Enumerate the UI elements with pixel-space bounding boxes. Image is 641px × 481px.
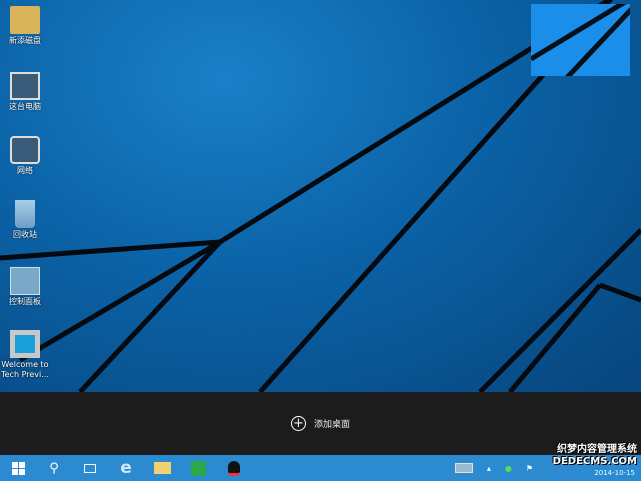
control-panel-icon — [10, 267, 40, 295]
desktop-thumbnail[interactable] — [531, 4, 630, 76]
watermark-line1: 织梦内容管理系统 — [557, 444, 637, 455]
desktop-icon-welcome[interactable]: Welcome to Tech Previ... — [0, 330, 50, 380]
user-folder-icon — [10, 6, 40, 34]
clock-date[interactable]: 2014-10-15 — [594, 469, 635, 477]
task-view-icon — [84, 463, 96, 473]
file-explorer-button[interactable] — [144, 455, 180, 481]
computer-icon — [10, 72, 40, 100]
desktop-icon-this-pc[interactable]: 这台电脑 — [0, 72, 50, 112]
plus-icon: + — [290, 416, 306, 431]
taskbar: ⚲ e ▴ ● ⚑ — [0, 455, 641, 481]
network-icon — [10, 136, 40, 164]
icon-label: 控制面板 — [9, 297, 41, 306]
desktop-icon-network[interactable]: 网络 — [0, 136, 50, 176]
qq-button[interactable] — [216, 455, 252, 481]
internet-explorer-button[interactable]: e — [108, 455, 144, 481]
qq-penguin-icon — [228, 460, 240, 476]
search-icon: ⚲ — [49, 460, 59, 476]
task-view-bar: + 添加桌面 — [0, 392, 641, 455]
internet-explorer-icon: e — [120, 458, 132, 478]
search-button[interactable]: ⚲ — [36, 455, 72, 481]
network-status-icon[interactable]: ● — [505, 464, 512, 473]
chevron-up-icon[interactable]: ▴ — [487, 464, 491, 473]
watermark: 织梦内容管理系统 DEDECMS.COM — [553, 444, 637, 468]
watermark-line2: DEDECMS.COM — [552, 456, 637, 467]
action-center-flag-icon[interactable]: ⚑ — [526, 464, 533, 473]
recycle-bin-icon — [15, 200, 35, 228]
keyboard-icon[interactable] — [454, 463, 473, 473]
icon-label: Welcome to Tech Previ... — [1, 360, 49, 379]
windows-shortcut-icon — [10, 330, 40, 358]
store-button[interactable] — [180, 455, 216, 481]
task-view-button[interactable] — [72, 455, 108, 481]
folder-icon — [153, 462, 171, 474]
icon-label: 回收站 — [13, 230, 37, 239]
icon-label: 网络 — [17, 166, 33, 175]
desktop-icon-user-folder[interactable]: 新添磁盘 — [0, 6, 50, 46]
icon-label: 新添磁盘 — [9, 36, 41, 45]
start-button[interactable] — [0, 455, 36, 481]
windows-logo-icon — [11, 461, 25, 475]
desktop-icon-control-panel[interactable]: 控制面板 — [0, 267, 50, 307]
store-icon — [190, 460, 206, 476]
add-desktop-label: 添加桌面 — [313, 420, 350, 430]
desktop[interactable]: 新添磁盘 这台电脑 网络 回收站 控制面板 Welcome to Tech Pr… — [0, 0, 641, 392]
add-desktop-button[interactable]: + 添加桌面 — [290, 416, 350, 431]
icon-label: 这台电脑 — [9, 102, 41, 111]
desktop-icon-recycle-bin[interactable]: 回收站 — [0, 200, 50, 240]
